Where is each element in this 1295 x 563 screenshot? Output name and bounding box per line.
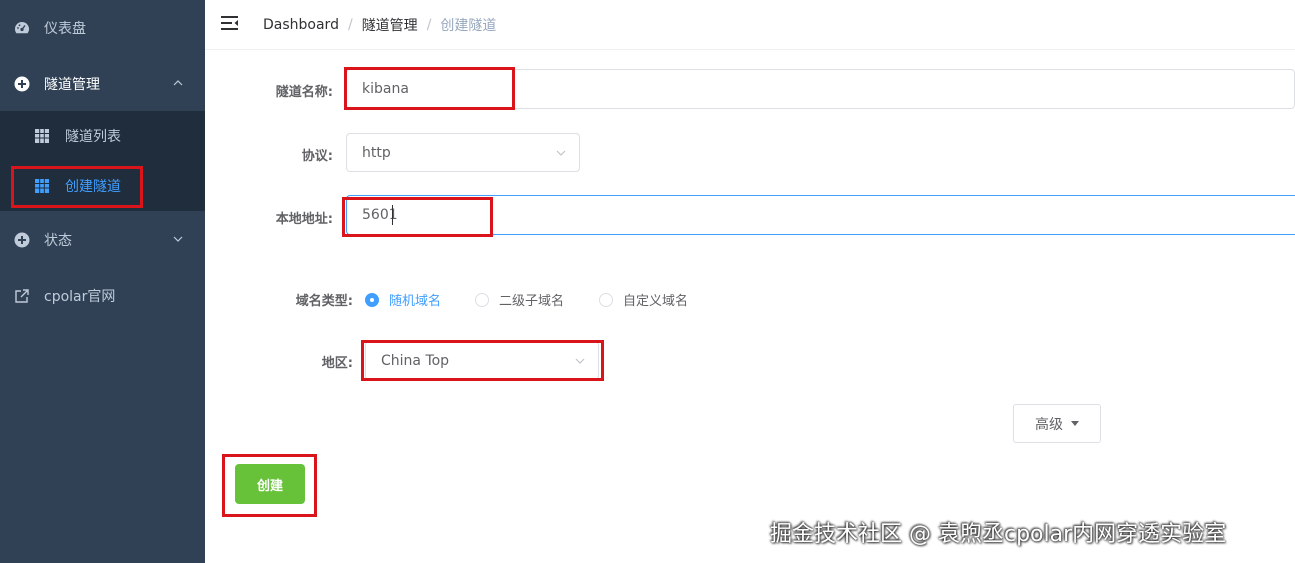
external-link-icon <box>14 288 30 304</box>
chevron-down-icon <box>556 150 566 156</box>
radio-label: 自定义域名 <box>623 294 689 309</box>
advanced-button[interactable]: 高级 <box>1013 404 1101 443</box>
plus-circle-icon <box>14 76 30 92</box>
watermark: 掘金技术社区 @ 袁煦丞cpolar内网穿透实验室 <box>770 522 1227 547</box>
tunnel-name-value: kibana <box>362 81 409 97</box>
domain-type-label: 域名类型: <box>295 294 353 309</box>
sidebar-item-tunnel-list[interactable]: 隧道列表 <box>0 111 205 161</box>
breadcrumb-item-dashboard[interactable]: Dashboard <box>263 17 339 33</box>
sidebar-item-cpolar-site[interactable]: cpolar官网 <box>0 268 205 324</box>
sidebar-item-label: 隧道列表 <box>65 129 121 145</box>
breadcrumb-separator: / <box>426 17 432 33</box>
domain-type-radio-custom[interactable]: 自定义域名 <box>599 290 688 309</box>
breadcrumb-separator: / <box>347 17 353 33</box>
radio-label: 随机域名 <box>389 294 442 309</box>
advanced-label: 高级 <box>1035 416 1063 433</box>
local-address-label: 本地地址: <box>275 212 333 227</box>
sidebar: 仪表盘 隧道管理 隧道列表 创建隧道 状态 cpolar官网 <box>0 0 205 563</box>
breadcrumb: Dashboard / 隧道管理 / 创建隧道 <box>263 15 496 35</box>
radio-unchecked-icon <box>475 292 489 307</box>
plus-circle-icon <box>14 232 30 248</box>
sidebar-item-label: 创建隧道 <box>65 179 121 195</box>
dashboard-icon <box>14 20 30 36</box>
tunnel-name-input[interactable]: kibana <box>346 69 1295 109</box>
radio-label: 二级子域名 <box>499 294 565 309</box>
sidebar-item-label: cpolar官网 <box>44 289 116 305</box>
protocol-select[interactable]: http <box>346 133 580 172</box>
chevron-down-icon <box>575 358 585 364</box>
hamburger-icon[interactable] <box>221 15 239 31</box>
sidebar-item-create-tunnel[interactable]: 创建隧道 <box>0 161 205 211</box>
region-value: China Top <box>381 352 450 369</box>
breadcrumb-item-tunnel-management[interactable]: 隧道管理 <box>362 15 418 35</box>
chevron-up-icon <box>173 80 183 86</box>
sidebar-item-tunnel-management[interactable]: 隧道管理 <box>0 56 205 112</box>
sidebar-item-dashboard[interactable]: 仪表盘 <box>0 0 205 56</box>
radio-unchecked-icon <box>599 292 613 307</box>
header-divider <box>205 49 1295 50</box>
chevron-down-icon <box>173 236 183 242</box>
region-select[interactable]: China Top <box>365 341 599 380</box>
local-address-input[interactable]: 5601 <box>346 195 1295 235</box>
submenu-tunnels: 隧道列表 创建隧道 <box>0 111 205 211</box>
sidebar-item-label: 仪表盘 <box>44 21 86 37</box>
radio-checked-icon <box>365 292 379 307</box>
sidebar-item-status[interactable]: 状态 <box>0 212 205 268</box>
domain-type-radio-random[interactable]: 随机域名 <box>365 290 441 309</box>
create-button[interactable]: 创建 <box>235 464 305 504</box>
create-label: 创建 <box>256 478 283 494</box>
text-caret <box>392 205 393 225</box>
sidebar-item-label: 隧道管理 <box>44 77 100 93</box>
sidebar-item-label: 状态 <box>44 233 72 249</box>
caret-down-icon <box>1071 421 1079 426</box>
breadcrumb-item-create-tunnel: 创建隧道 <box>440 18 497 34</box>
table-icon <box>35 129 49 143</box>
tunnel-name-label: 隧道名称: <box>275 85 333 100</box>
protocol-value: http <box>362 144 391 161</box>
table-icon <box>35 179 49 193</box>
domain-type-radio-subdomain[interactable]: 二级子域名 <box>475 290 564 309</box>
protocol-label: 协议: <box>301 149 333 164</box>
region-label: 地区: <box>321 356 353 371</box>
